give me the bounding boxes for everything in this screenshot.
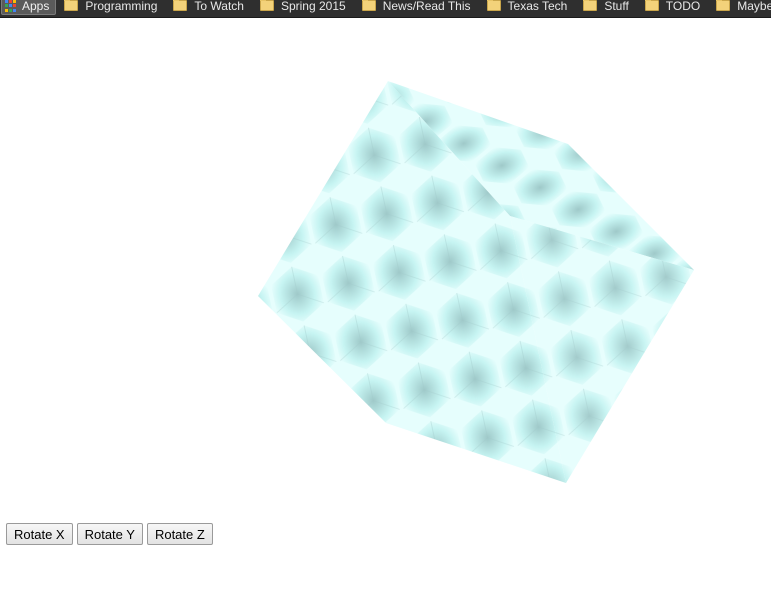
bookmark-label: Stuff (604, 0, 629, 13)
folder-icon (259, 0, 274, 11)
bookmark-label: Maybe buy th (737, 0, 771, 13)
bookmark-label: TODO (665, 0, 701, 13)
bookmark-label: Spring 2015 (280, 0, 346, 13)
bookmark-label: To Watch (194, 0, 244, 13)
bookmark-folder-spring-2015[interactable]: Spring 2015 (252, 0, 354, 14)
bookmark-folder-texas-tech[interactable]: Texas Tech (479, 0, 576, 14)
folder-icon (486, 0, 501, 11)
bookmark-label: Texas Tech (507, 0, 568, 13)
bookmarks-bar: Apps Programming To Watch Spring 2015 Ne… (0, 0, 771, 18)
rotate-x-button[interactable]: Rotate X (6, 523, 73, 545)
bookmark-folder-to-watch[interactable]: To Watch (165, 0, 252, 14)
bookmark-label: Programming (85, 0, 158, 13)
bookmark-apps-label: Apps (22, 0, 50, 13)
bookmark-folder-maybe-buy[interactable]: Maybe buy th (708, 0, 771, 14)
cube-scene (0, 20, 771, 510)
bookmark-folder-stuff[interactable]: Stuff (575, 0, 636, 14)
rotating-cube (258, 81, 694, 483)
folder-icon (716, 0, 731, 11)
folder-icon (64, 0, 79, 11)
rotate-z-button[interactable]: Rotate Z (146, 523, 213, 545)
bookmark-folder-todo[interactable]: TODO (637, 0, 708, 14)
folder-icon (173, 0, 188, 11)
bookmark-label: News/Read This (382, 0, 471, 13)
bookmark-apps[interactable]: Apps (1, 0, 57, 15)
rotate-y-button[interactable]: Rotate Y (76, 523, 143, 545)
folder-icon (644, 0, 659, 11)
bookmark-folder-programming[interactable]: Programming (56, 0, 165, 14)
folder-icon (361, 0, 376, 11)
folder-icon (583, 0, 598, 11)
bookmark-folder-news-read-this[interactable]: News/Read This (354, 0, 479, 14)
apps-grid-icon (5, 0, 17, 12)
rotation-controls: Rotate X Rotate Y Rotate Z (6, 523, 213, 545)
